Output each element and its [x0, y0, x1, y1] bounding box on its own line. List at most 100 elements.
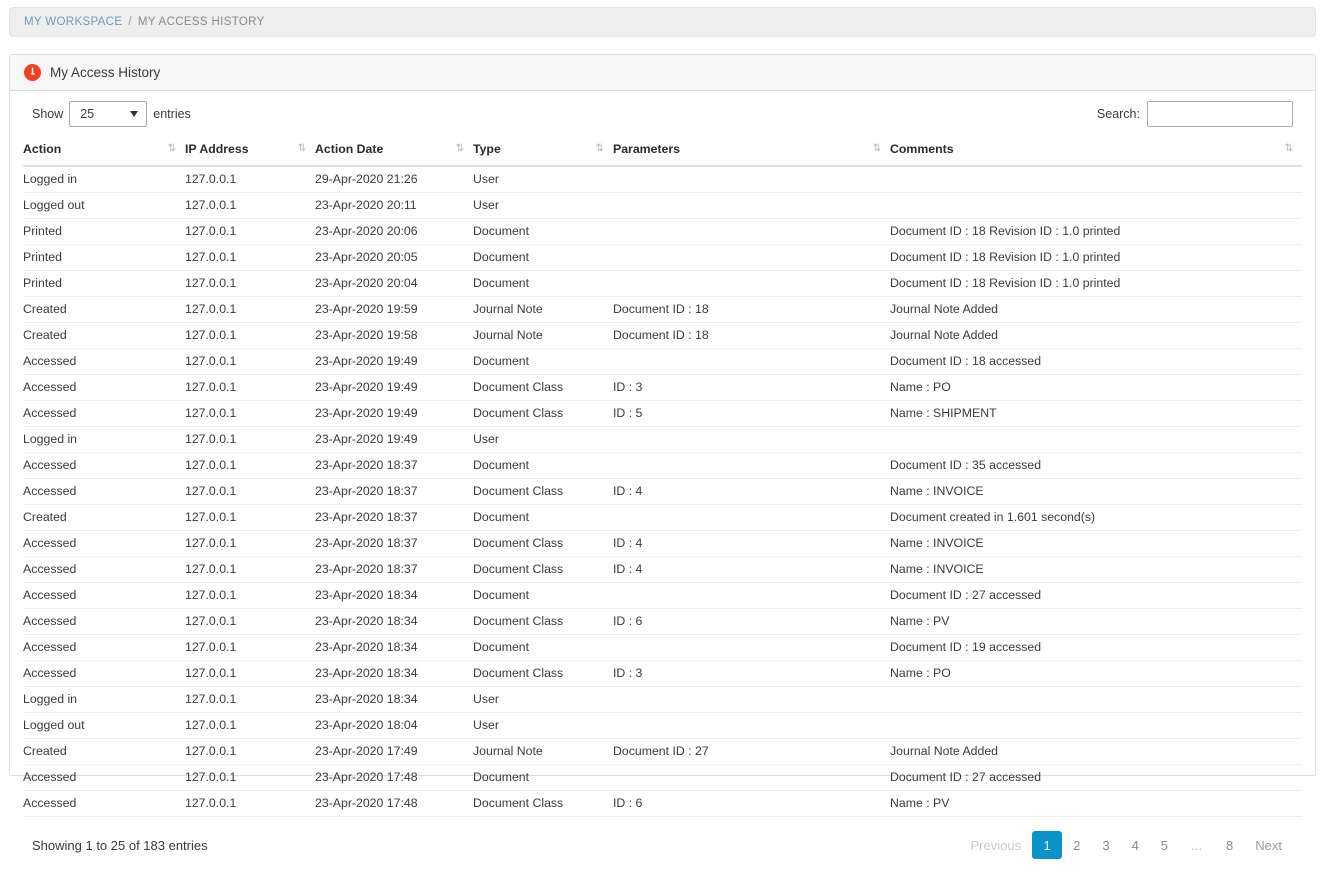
page-title: My Access History — [50, 65, 160, 80]
cell-type: Document — [473, 245, 613, 271]
cell-date: 23-Apr-2020 18:34 — [315, 661, 473, 687]
cell-type: Document — [473, 219, 613, 245]
cell-ip: 127.0.0.1 — [185, 661, 315, 687]
table-row: Logged in127.0.0.129-Apr-2020 21:26User — [23, 166, 1302, 193]
cell-type: Document Class — [473, 479, 613, 505]
column-header-action[interactable]: Action ⇅ — [23, 137, 185, 166]
cell-action: Accessed — [23, 609, 185, 635]
cell-params — [613, 271, 890, 297]
table-header: Action ⇅ IP Address ⇅ Action Date ⇅ Type… — [23, 137, 1302, 166]
table-row: Logged out127.0.0.123-Apr-2020 20:11User — [23, 193, 1302, 219]
clock-icon — [24, 64, 41, 81]
sort-icon: ⇅ — [456, 143, 463, 154]
cell-type: Document Class — [473, 791, 613, 817]
cell-date: 23-Apr-2020 20:11 — [315, 193, 473, 219]
entries-per-page-select[interactable]: 25 — [69, 101, 147, 127]
cell-comments — [890, 166, 1302, 193]
cell-action: Accessed — [23, 583, 185, 609]
cell-action: Created — [23, 505, 185, 531]
cell-ip: 127.0.0.1 — [185, 583, 315, 609]
cell-ip: 127.0.0.1 — [185, 323, 315, 349]
cell-params — [613, 713, 890, 739]
pagination-previous: Previous — [960, 831, 1033, 859]
cell-type: Document — [473, 453, 613, 479]
access-history-table: Action ⇅ IP Address ⇅ Action Date ⇅ Type… — [23, 137, 1302, 817]
pagination-page-8[interactable]: 8 — [1215, 831, 1244, 859]
cell-comments: Document ID : 18 Revision ID : 1.0 print… — [890, 219, 1302, 245]
pagination-next[interactable]: Next — [1244, 831, 1293, 859]
cell-params — [613, 245, 890, 271]
cell-action: Accessed — [23, 791, 185, 817]
table-row: Accessed127.0.0.123-Apr-2020 17:48Docume… — [23, 765, 1302, 791]
table-row: Accessed127.0.0.123-Apr-2020 18:37Docume… — [23, 479, 1302, 505]
cell-action: Created — [23, 323, 185, 349]
column-header-type[interactable]: Type ⇅ — [473, 137, 613, 166]
column-header-action-label: Action — [23, 142, 61, 156]
cell-params: ID : 4 — [613, 479, 890, 505]
cell-comments: Name : INVOICE — [890, 531, 1302, 557]
cell-params — [613, 219, 890, 245]
cell-date: 23-Apr-2020 17:48 — [315, 791, 473, 817]
cell-comments: Document ID : 18 accessed — [890, 349, 1302, 375]
pagination-ellipsis: … — [1179, 831, 1215, 859]
cell-comments — [890, 713, 1302, 739]
column-header-action-date[interactable]: Action Date ⇅ — [315, 137, 473, 166]
cell-type: Document Class — [473, 661, 613, 687]
pagination: Previous12345…8Next — [960, 831, 1293, 859]
cell-ip: 127.0.0.1 — [185, 245, 315, 271]
pagination-page-4[interactable]: 4 — [1121, 831, 1150, 859]
table-footer: Showing 1 to 25 of 183 entries Previous1… — [23, 817, 1302, 873]
table-row: Created127.0.0.123-Apr-2020 19:59Journal… — [23, 297, 1302, 323]
column-header-parameters[interactable]: Parameters ⇅ — [613, 137, 890, 166]
table-row: Logged out127.0.0.123-Apr-2020 18:04User — [23, 713, 1302, 739]
cell-type: Document Class — [473, 401, 613, 427]
table-row: Created127.0.0.123-Apr-2020 18:37Documen… — [23, 505, 1302, 531]
cell-type: Journal Note — [473, 297, 613, 323]
table-header-row: Action ⇅ IP Address ⇅ Action Date ⇅ Type… — [23, 137, 1302, 166]
cell-date: 23-Apr-2020 19:49 — [315, 427, 473, 453]
column-header-ip-address[interactable]: IP Address ⇅ — [185, 137, 315, 166]
cell-date: 23-Apr-2020 18:34 — [315, 609, 473, 635]
cell-action: Accessed — [23, 661, 185, 687]
table-row: Accessed127.0.0.123-Apr-2020 19:49Docume… — [23, 401, 1302, 427]
cell-params: ID : 4 — [613, 557, 890, 583]
pagination-page-5[interactable]: 5 — [1150, 831, 1179, 859]
table-row: Accessed127.0.0.123-Apr-2020 18:34Docume… — [23, 661, 1302, 687]
cell-comments: Document ID : 18 Revision ID : 1.0 print… — [890, 271, 1302, 297]
column-header-comments-label: Comments — [890, 142, 954, 156]
search-input[interactable] — [1147, 101, 1293, 127]
cell-action: Accessed — [23, 557, 185, 583]
cell-ip: 127.0.0.1 — [185, 193, 315, 219]
cell-action: Created — [23, 739, 185, 765]
cell-comments: Journal Note Added — [890, 323, 1302, 349]
breadcrumb: MY WORKSPACE / MY ACCESS HISTORY — [9, 7, 1316, 37]
table-row: Accessed127.0.0.123-Apr-2020 18:37Docume… — [23, 531, 1302, 557]
cell-type: Document — [473, 349, 613, 375]
cell-type: Document — [473, 765, 613, 791]
cell-ip: 127.0.0.1 — [185, 375, 315, 401]
cell-action: Accessed — [23, 765, 185, 791]
breadcrumb-item-my-workspace[interactable]: MY WORKSPACE — [24, 16, 122, 28]
table-row: Accessed127.0.0.123-Apr-2020 18:34Docume… — [23, 609, 1302, 635]
pagination-page-2[interactable]: 2 — [1062, 831, 1091, 859]
cell-comments: Document ID : 18 Revision ID : 1.0 print… — [890, 245, 1302, 271]
cell-action: Created — [23, 297, 185, 323]
cell-type: Document — [473, 505, 613, 531]
pagination-page-3[interactable]: 3 — [1091, 831, 1120, 859]
cell-date: 23-Apr-2020 20:05 — [315, 245, 473, 271]
breadcrumb-separator: / — [128, 16, 132, 28]
cell-comments: Name : PV — [890, 791, 1302, 817]
cell-ip: 127.0.0.1 — [185, 427, 315, 453]
pagination-page-1[interactable]: 1 — [1032, 831, 1062, 859]
column-header-comments[interactable]: Comments ⇅ — [890, 137, 1302, 166]
column-header-parameters-label: Parameters — [613, 142, 680, 156]
table-row: Accessed127.0.0.123-Apr-2020 17:48Docume… — [23, 791, 1302, 817]
cell-comments: Journal Note Added — [890, 739, 1302, 765]
panel-heading: My Access History — [10, 55, 1315, 91]
cell-params: ID : 3 — [613, 375, 890, 401]
show-label: Show — [32, 107, 63, 121]
cell-date: 23-Apr-2020 18:34 — [315, 583, 473, 609]
cell-params: ID : 4 — [613, 531, 890, 557]
cell-ip: 127.0.0.1 — [185, 219, 315, 245]
sort-icon: ⇅ — [596, 143, 603, 154]
